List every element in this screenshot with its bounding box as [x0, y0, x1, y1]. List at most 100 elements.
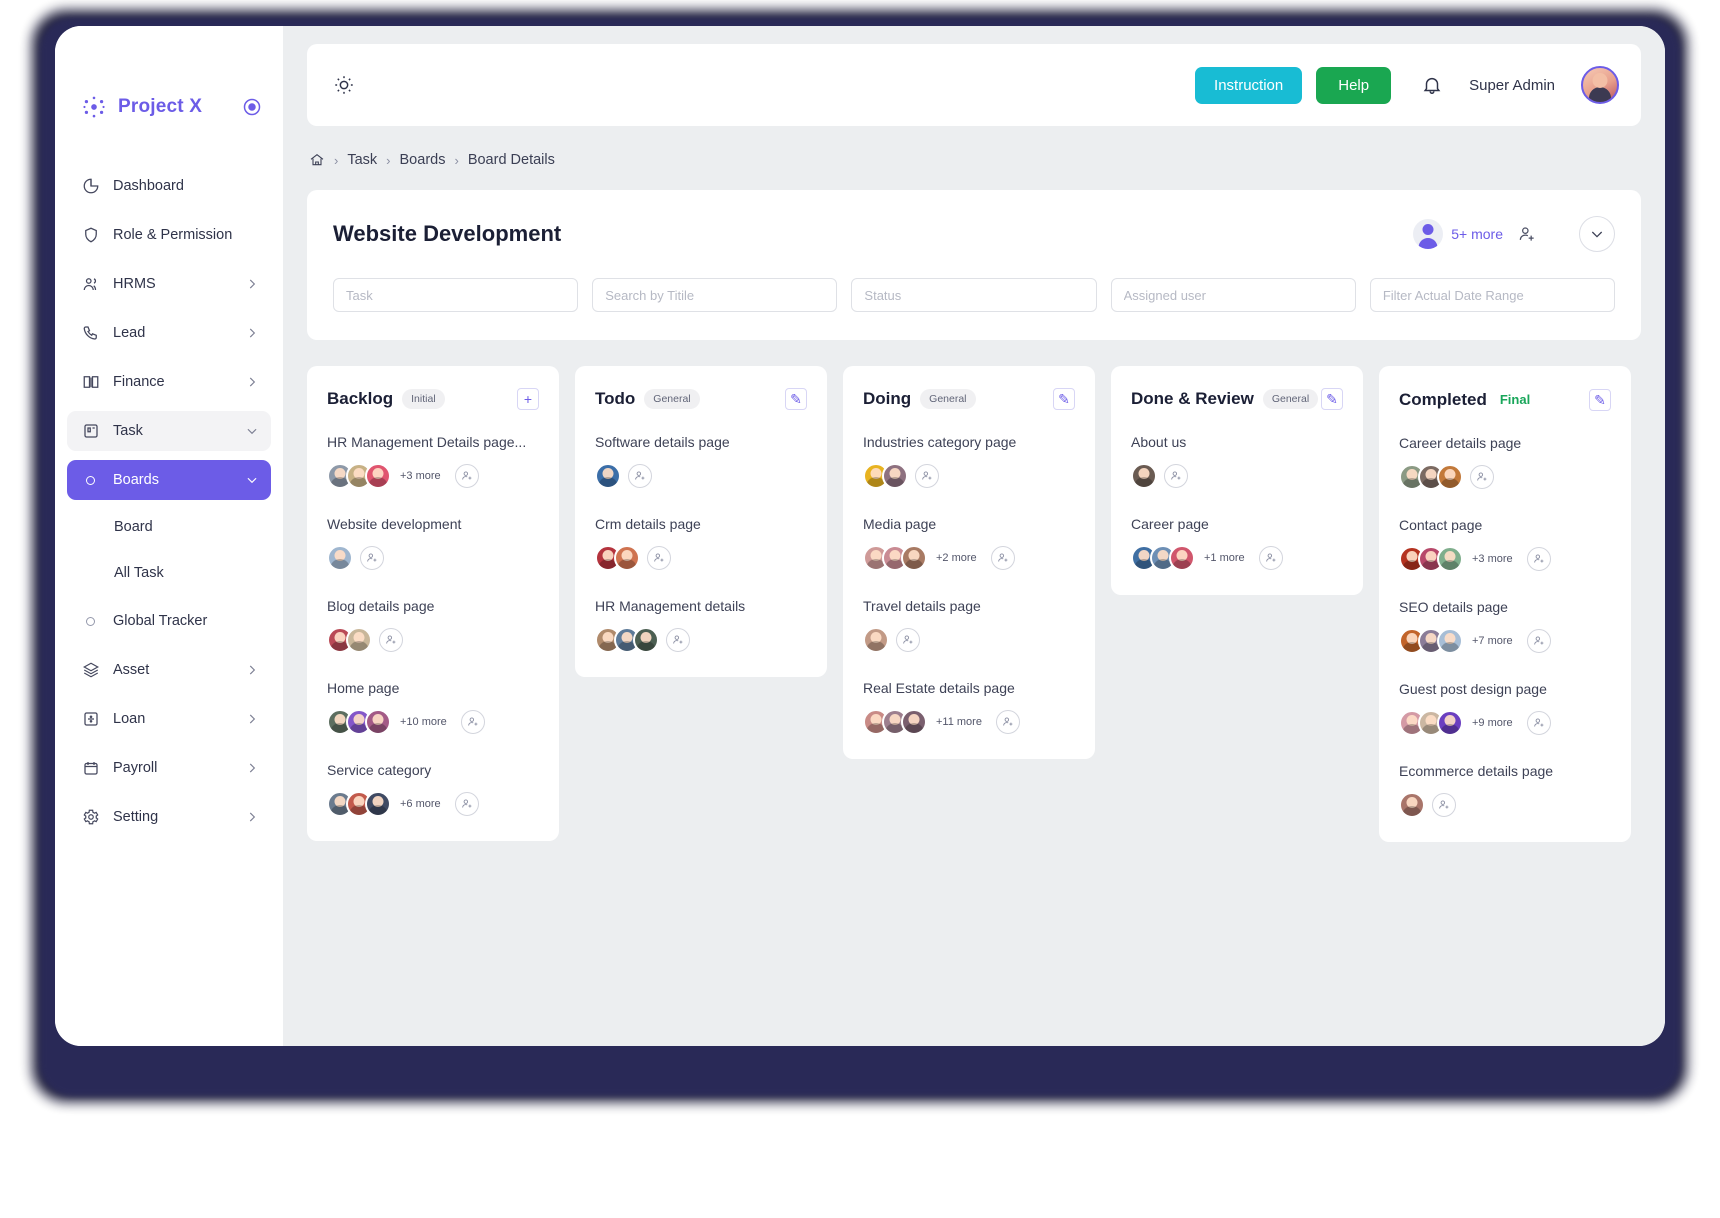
- avatar[interactable]: [1399, 792, 1425, 818]
- breadcrumb-item-boards[interactable]: Boards: [400, 152, 446, 168]
- task-card[interactable]: About us: [1131, 434, 1343, 489]
- task-card[interactable]: Travel details page: [863, 598, 1075, 653]
- sidebar-item-asset[interactable]: Asset: [67, 650, 271, 690]
- add-assignee-icon[interactable]: [896, 628, 920, 652]
- add-assignee-icon[interactable]: [454, 464, 479, 488]
- avatar[interactable]: [901, 545, 927, 571]
- task-card[interactable]: Media page +2 more: [863, 516, 1075, 571]
- breadcrumb: › Task › Boards › Board Details: [309, 152, 1665, 168]
- top-bar-actions: Instruction Help Super Admin: [1195, 66, 1619, 104]
- edit-icon[interactable]: ✎: [1321, 388, 1343, 410]
- avatar[interactable]: [595, 463, 621, 489]
- add-assignee-icon[interactable]: [1526, 711, 1551, 735]
- sidebar-item-finance[interactable]: Finance: [67, 362, 271, 402]
- task-card[interactable]: Career details page: [1399, 435, 1611, 490]
- avatar[interactable]: [882, 463, 908, 489]
- avatar[interactable]: [1437, 464, 1463, 490]
- add-assignee-icon[interactable]: [1526, 547, 1551, 571]
- chevron-right-icon: [245, 712, 259, 726]
- task-card[interactable]: SEO details page +7 more: [1399, 599, 1611, 654]
- add-assignee-icon[interactable]: [1432, 793, 1456, 817]
- task-card[interactable]: Crm details page: [595, 516, 807, 571]
- brand[interactable]: Project X: [55, 40, 283, 130]
- edit-icon[interactable]: ✎: [1589, 388, 1611, 411]
- add-assignee-icon[interactable]: [1164, 464, 1188, 488]
- sidebar-item-boards[interactable]: Boards: [67, 460, 271, 500]
- filter-date-range-input[interactable]: [1369, 278, 1616, 312]
- add-assignee-icon[interactable]: [1258, 546, 1283, 570]
- add-assignee-icon[interactable]: [990, 546, 1015, 570]
- avatar[interactable]: [1131, 463, 1157, 489]
- avatar[interactable]: [1169, 545, 1195, 571]
- task-card[interactable]: Industries category page: [863, 434, 1075, 489]
- task-card[interactable]: Home page +10 more: [327, 680, 539, 735]
- filter-task-input[interactable]: [333, 278, 579, 312]
- add-assignee-icon[interactable]: [647, 546, 671, 570]
- expand-board-button[interactable]: [1579, 216, 1615, 252]
- member-avatar[interactable]: [1413, 219, 1444, 249]
- sidebar-item-dashboard[interactable]: Dashboard: [67, 166, 271, 206]
- avatar[interactable]: [863, 627, 889, 653]
- sidebar-item-board[interactable]: Board: [67, 509, 271, 545]
- add-assignee-icon[interactable]: [1526, 629, 1551, 653]
- add-assignee-icon[interactable]: [915, 464, 939, 488]
- avatar[interactable]: [1437, 710, 1463, 736]
- sidebar-collapse-icon[interactable]: [241, 96, 263, 118]
- sidebar-item-global-tracker[interactable]: Global Tracker: [67, 601, 271, 641]
- add-assignee-icon[interactable]: [1470, 465, 1494, 489]
- filter-assigned-user-input[interactable]: [1110, 278, 1356, 312]
- instruction-button[interactable]: Instruction: [1195, 66, 1303, 104]
- search-input[interactable]: [592, 278, 838, 312]
- add-assignee-icon[interactable]: [379, 628, 403, 652]
- task-card[interactable]: HR Management details: [595, 598, 807, 653]
- sidebar-item-payroll[interactable]: Payroll: [67, 748, 271, 788]
- avatar[interactable]: [901, 709, 927, 735]
- sidebar-item-setting[interactable]: Setting: [67, 797, 271, 837]
- avatar[interactable]: [365, 791, 391, 817]
- filter-status-input[interactable]: [851, 278, 1097, 312]
- avatar[interactable]: [365, 709, 391, 735]
- avatar[interactable]: [1437, 628, 1463, 654]
- task-card[interactable]: Career page +1 more: [1131, 516, 1343, 571]
- board-header-row: Website Development 5+ more: [333, 216, 1615, 252]
- plus-icon[interactable]: +: [517, 388, 539, 410]
- avatar[interactable]: [633, 627, 659, 653]
- task-card[interactable]: Software details page: [595, 434, 807, 489]
- add-user-icon[interactable]: [1517, 224, 1537, 244]
- task-card[interactable]: Contact page +3 more: [1399, 517, 1611, 572]
- home-icon[interactable]: [309, 152, 325, 168]
- avatar[interactable]: [614, 545, 640, 571]
- add-assignee-icon[interactable]: [666, 628, 690, 652]
- sun-icon[interactable]: [333, 74, 355, 96]
- task-card[interactable]: Blog details page: [327, 598, 539, 653]
- avatar[interactable]: [346, 627, 372, 653]
- avatar[interactable]: [1581, 66, 1619, 104]
- avatar[interactable]: [327, 545, 353, 571]
- add-assignee-icon[interactable]: [454, 792, 479, 816]
- breadcrumb-item-task[interactable]: Task: [347, 152, 377, 168]
- sidebar-item-loan[interactable]: Loan: [67, 699, 271, 739]
- help-button[interactable]: Help: [1316, 66, 1392, 104]
- members-more-link[interactable]: 5+ more: [1451, 226, 1503, 242]
- sidebar-item-hrms[interactable]: HRMS: [67, 264, 271, 304]
- task-card[interactable]: HR Management Details page... +3 more: [327, 434, 539, 489]
- edit-icon[interactable]: ✎: [785, 388, 807, 410]
- task-card[interactable]: Real Estate details page +11 more: [863, 680, 1075, 735]
- bell-icon[interactable]: [1421, 74, 1443, 96]
- add-assignee-icon[interactable]: [995, 710, 1020, 734]
- sidebar-item-task[interactable]: Task: [67, 411, 271, 451]
- task-card[interactable]: Service category +6 more: [327, 762, 539, 817]
- add-assignee-icon[interactable]: [360, 546, 384, 570]
- sidebar-item-all-task[interactable]: All Task: [67, 555, 271, 591]
- sidebar-item-role-permission[interactable]: Role & Permission: [67, 215, 271, 255]
- avatar[interactable]: [1437, 546, 1463, 572]
- kanban-board: Backlog Initial + HR Management Details pag…: [307, 366, 1665, 886]
- add-assignee-icon[interactable]: [628, 464, 652, 488]
- add-assignee-icon[interactable]: [460, 710, 485, 734]
- task-card[interactable]: Ecommerce details page: [1399, 763, 1611, 818]
- sidebar-item-lead[interactable]: Lead: [67, 313, 271, 353]
- task-card[interactable]: Website development: [327, 516, 539, 571]
- avatar[interactable]: [365, 463, 391, 489]
- edit-icon[interactable]: ✎: [1053, 388, 1075, 410]
- task-card[interactable]: Guest post design page +9 more: [1399, 681, 1611, 736]
